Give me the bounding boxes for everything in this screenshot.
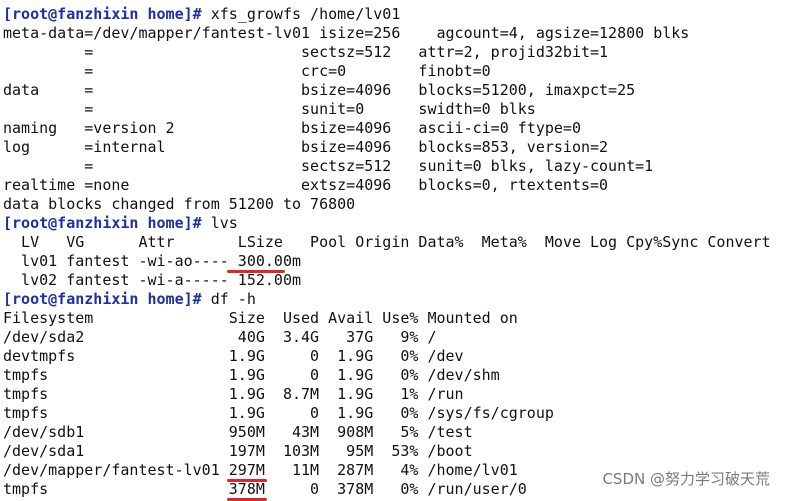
command-text: xfs_growfs /home/lv01 (201, 5, 401, 23)
output-line: lv02 fantest -wi-a----- 152.00m (3, 271, 302, 289)
output-line: realtime =none extsz=4096 blocks=0, rtex… (3, 176, 609, 194)
command-line: [root@fanzhixin home]# df -h (3, 290, 785, 309)
output-line: naming =version 2 bsize=4096 ascii-ci=0 … (3, 119, 581, 137)
output-line: = sectsz=512 attr=2, projid32bit=1 (3, 43, 609, 61)
output-line: LV VG Attr LSize Pool Origin Data% Meta%… (3, 233, 771, 251)
shell-prompt: [root@fanzhixin home]# (3, 214, 202, 232)
output-line: data blocks changed from 51200 to 76800 (3, 195, 356, 213)
output-line: data = bsize=4096 blocks=51200, imaxpct=… (3, 81, 636, 99)
command-line: [root@fanzhixin home]# lvs (3, 214, 785, 233)
output-line: = sunit=0 swidth=0 blks (3, 100, 536, 118)
output-line: log =internal bsize=4096 blocks=853, ver… (3, 138, 609, 156)
red-underline-annotation (226, 270, 285, 273)
shell-prompt: [root@fanzhixin home]# (3, 5, 202, 23)
output-line: Filesystem Size Used Avail Use% Mounted … (3, 309, 518, 327)
output-line: = crc=0 finobt=0 (3, 62, 491, 80)
command-line: [root@fanzhixin home]# xfs_growfs /home/… (3, 5, 785, 24)
command-text: df -h (201, 290, 256, 308)
csdn-watermark: CSDN @努力学习破天荒 (602, 470, 770, 488)
output-line: /dev/sdb1 950M 43M 908M 5% /test (3, 423, 473, 441)
output-line: /dev/sda1 197M 103M 95M 53% /boot (3, 442, 473, 460)
output-line: tmpfs 1.9G 8.7M 1.9G 1% /run (3, 385, 464, 403)
output-line: lv01 fantest -wi-ao---- 300.00m (3, 252, 302, 270)
output-line: tmpfs 1.9G 0 1.9G 0% /sys/fs/cgroup (3, 404, 554, 422)
command-text: lvs (201, 214, 238, 232)
terminal-output[interactable]: [root@fanzhixin home]# xfs_growfs /home/… (3, 5, 785, 499)
output-line: tmpfs 1.9G 0 1.9G 0% /dev/shm (3, 366, 500, 384)
output-line: meta-data=/dev/mapper/fantest-lv01 isize… (3, 24, 690, 42)
shell-prompt: [root@fanzhixin home]# (3, 290, 202, 308)
output-line: devtmpfs 1.9G 0 1.9G 0% /dev (3, 347, 464, 365)
red-underline-annotation (226, 479, 267, 482)
output-line: /dev/sda2 40G 3.4G 37G 9% / (3, 328, 437, 346)
output-line: = sectsz=512 sunit=0 blks, lazy-count=1 (3, 157, 654, 175)
